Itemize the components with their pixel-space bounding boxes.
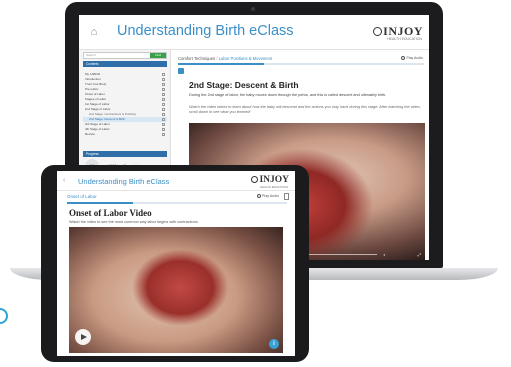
logo-subtitle: HEALTH EDUCATION: [387, 37, 422, 41]
checkbox-icon: [162, 133, 165, 136]
logo-ring-icon: [373, 27, 383, 36]
sidebar-item-label: Stages of Labor: [85, 97, 107, 101]
fullscreen-icon[interactable]: ⤢: [418, 252, 421, 257]
info-fab-button[interactable]: i: [269, 339, 279, 349]
checkbox-icon: [162, 93, 165, 96]
toc-list: My LABOR Introduction Trust Your Body Pre-L…: [83, 72, 167, 137]
progress-header[interactable]: Progress: [83, 151, 167, 157]
sidebar-item[interactable]: Review: [83, 132, 167, 137]
decorative-ring: [0, 308, 8, 324]
breadcrumb-separator: /: [216, 56, 218, 61]
app-title: Understanding Birth eClass: [117, 23, 294, 39]
tablet-logo-subtitle: HEALTH EDUCATION: [260, 185, 288, 189]
checkbox-icon: [162, 108, 165, 111]
tablet-logo-ring-icon: [251, 176, 259, 183]
sidebar-item-label: Review: [85, 132, 95, 136]
tablet-progress-rule: [67, 202, 287, 204]
tablet-app-title: Understanding Birth eClass: [78, 177, 170, 186]
audio-icon: [401, 56, 406, 60]
tablet-page-title: Onset of Labor Video: [69, 208, 152, 218]
tablet-video-player[interactable]: i: [69, 227, 283, 353]
lesson-progress-fill: [178, 63, 265, 65]
video-controls: ◖ ⤢: [299, 252, 421, 257]
camera-dot: [251, 7, 255, 11]
checkbox-icon: [162, 128, 165, 131]
tablet-progress-fill: [67, 202, 133, 204]
play-button-icon[interactable]: [75, 329, 91, 345]
sidebar-item-label: Pre-Labor: [85, 87, 99, 91]
sidebar-item-label: 2nd Stage: Descent & Birth: [89, 117, 126, 121]
sidebar-item-label: 4th Stage of Labor: [85, 127, 110, 131]
play-audio-label: Play Audio: [406, 56, 423, 60]
tablet-play-audio-label: Play Audio: [262, 194, 279, 198]
home-icon[interactable]: ⌂: [88, 26, 100, 38]
contents-header[interactable]: Contents: [83, 61, 167, 67]
tablet-screen: ‹ Understanding Birth eClass INJOY HEALT…: [57, 171, 295, 356]
checkbox-icon: [162, 98, 165, 101]
tablet-logo-text: INJOY: [259, 175, 289, 185]
play-audio-button[interactable]: Play Audio: [401, 56, 423, 60]
app-header: ⌂ Understanding Birth eClass INJOY HEALT…: [79, 15, 429, 50]
lesson-progress-rule: [178, 63, 424, 65]
checkbox-icon: [162, 103, 165, 106]
search-input[interactable]: Search Find: [83, 52, 167, 59]
tablet-paragraph: Watch the video to see the most common w…: [69, 220, 199, 224]
checkbox-icon: [162, 83, 165, 86]
tablet-injoy-logo[interactable]: INJOY: [251, 175, 289, 185]
page-title: 2nd Stage: Descent & Birth: [189, 80, 299, 90]
breadcrumb-current: Labor Positions & Movement: [218, 56, 273, 61]
checkbox-icon: [162, 88, 165, 91]
sidebar-item-label: 1st Stage of Labor: [85, 102, 110, 106]
sidebar-item-label: 3rd Stage of Labor: [85, 122, 110, 126]
instructions-paragraph: Watch the video below to learn about how…: [189, 105, 421, 114]
checkbox-icon: [162, 78, 165, 81]
breadcrumb: Comfort Techniques / Labor Positions & M…: [178, 56, 272, 61]
section-badge-icon: [178, 68, 184, 74]
intro-paragraph: During the 2nd stage of labor, the baby …: [189, 93, 387, 97]
volume-icon[interactable]: ◖: [383, 252, 385, 257]
sidebar-item-label: My LABOR: [85, 72, 101, 76]
sidebar-item-label: Trust Your Body: [85, 82, 107, 86]
checkbox-icon: [162, 118, 165, 121]
tablet-audio-icon: [257, 194, 262, 198]
sidebar-item-label: 2nd Stage of Labor: [85, 107, 111, 111]
tablet-play-audio-button[interactable]: Play Audio: [257, 194, 279, 198]
find-button[interactable]: Find: [150, 53, 166, 58]
sidebar-item-label: Introduction: [85, 77, 101, 81]
tablet-header: ‹ Understanding Birth eClass INJOY HEALT…: [57, 171, 295, 191]
tablet-menu-icon[interactable]: [284, 193, 289, 200]
sidebar-item-label: Onset of Labor: [85, 92, 105, 96]
back-chevron-icon[interactable]: ‹: [63, 177, 65, 184]
tablet-section-title: Onset of Labor: [67, 194, 97, 199]
checkbox-icon: [162, 123, 165, 126]
logo-text: INJOY: [383, 24, 423, 38]
sidebar-item-label: 2nd Stage: Contractions & Pushing: [89, 112, 136, 116]
search-placeholder: Search: [86, 53, 96, 57]
video-scrubber[interactable]: [307, 254, 377, 255]
checkbox-icon: [162, 113, 165, 116]
breadcrumb-parent[interactable]: Comfort Techniques: [178, 56, 215, 61]
checkbox-icon: [162, 73, 165, 76]
